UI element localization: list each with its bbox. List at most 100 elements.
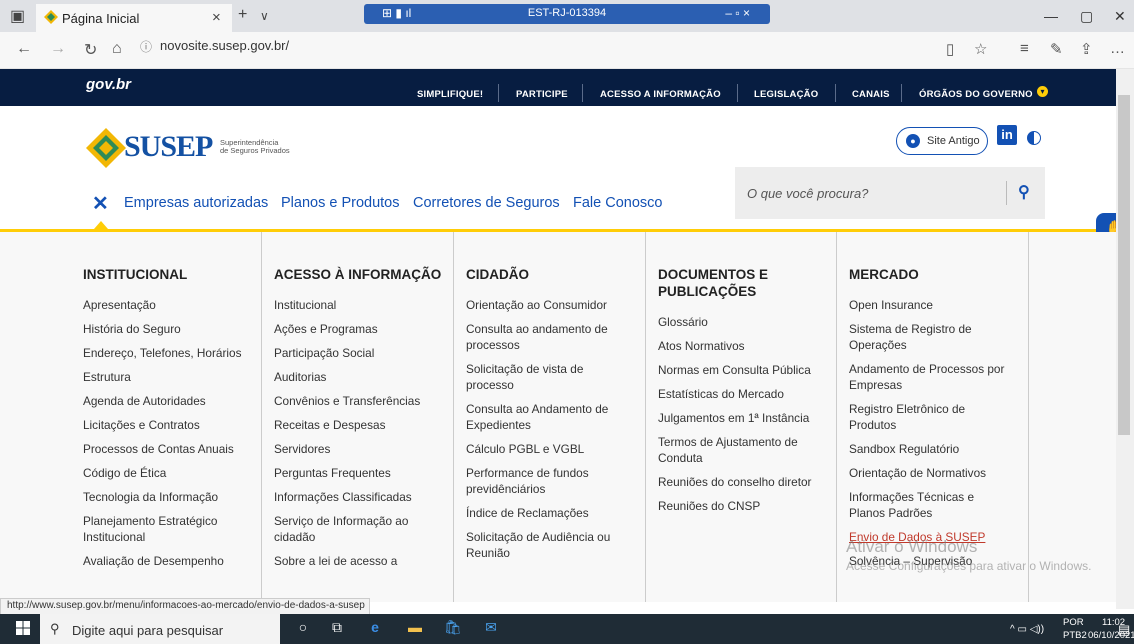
search-icon[interactable]: ⚲	[1018, 182, 1030, 202]
menu-link[interactable]: Índice de Reclamações	[466, 505, 646, 521]
menu-link[interactable]: Cálculo PGBL e VGBL	[466, 441, 646, 457]
minimize-icon[interactable]: —	[1044, 8, 1058, 24]
edge-browser-icon[interactable]: e	[364, 619, 386, 639]
search-box[interactable]: O que você procura? ⚲	[735, 167, 1045, 219]
menu-link[interactable]: Julgamentos em 1ª Instância	[658, 410, 838, 426]
menu-link[interactable]: Performance de fundos previdênciários	[466, 465, 626, 497]
menu-link[interactable]: Sobre a lei de acesso a	[274, 553, 454, 569]
menu-link[interactable]: Andamento de Processos por Empresas	[849, 361, 1021, 393]
gov-link-simplifique[interactable]: SIMPLIFIQUE!	[417, 89, 483, 100]
menu-link[interactable]: Licitações e Contratos	[83, 417, 263, 433]
taskbar-search-box[interactable]: ⚲ Digite aqui para pesquisar	[40, 614, 280, 644]
menu-link[interactable]: Registro Eletrônico de Produtos	[849, 401, 999, 433]
menu-link[interactable]: Estrutura	[83, 369, 263, 385]
close-window-icon[interactable]: ✕	[1114, 8, 1126, 25]
gov-link-participe[interactable]: PARTICIPE	[516, 89, 568, 100]
nav-fale-conosco[interactable]: Fale Conosco	[573, 195, 662, 211]
url-field[interactable]: novosite.susep.gov.br/	[160, 38, 289, 53]
gov-link-canais[interactable]: CANAIS	[852, 89, 890, 100]
forward-icon[interactable]: →	[50, 40, 66, 58]
menu-link[interactable]: Estatísticas do Mercado	[658, 386, 838, 402]
close-tab-icon[interactable]: ×	[212, 9, 221, 26]
menu-link[interactable]: Avaliação de Desempenho	[83, 553, 263, 569]
menu-link[interactable]: Endereço, Telefones, Horários	[83, 345, 263, 361]
tray-icons[interactable]: ^ ▭ ◁))	[1010, 624, 1044, 635]
menu-link[interactable]: Ações e Programas	[274, 321, 454, 337]
menu-link[interactable]: Participação Social	[274, 345, 454, 361]
favorite-star-icon[interactable]: ☆	[974, 40, 987, 58]
tab-actions-icon[interactable]: ▣	[10, 6, 25, 26]
menu-link[interactable]: Processos de Contas Anuais	[83, 441, 263, 457]
gov-link-orgaos-governo[interactable]: ÓRGÃOS DO GOVERNO	[919, 89, 1033, 100]
susep-logo-mark-icon[interactable]	[86, 128, 126, 168]
menu-link[interactable]: Convênios e Transferências	[274, 393, 454, 409]
refresh-icon[interactable]: ↻	[84, 40, 97, 60]
menu-link[interactable]: Código de Ética	[83, 465, 263, 481]
new-tab-icon[interactable]: +	[238, 6, 247, 24]
menu-link[interactable]: Orientação de Normativos	[849, 465, 1029, 481]
contrast-icon[interactable]	[1027, 131, 1041, 145]
linkedin-icon[interactable]: in	[997, 125, 1017, 145]
menu-link[interactable]: Institucional	[274, 297, 454, 313]
cortana-icon[interactable]: ○	[292, 619, 314, 639]
menu-link[interactable]: Consulta ao Andamento de Expedientes	[466, 401, 626, 433]
gov-link-legislacao[interactable]: LEGISLAÇÃO	[754, 89, 818, 100]
menu-link[interactable]: História do Seguro	[83, 321, 263, 337]
scrollbar-thumb[interactable]	[1118, 95, 1130, 435]
remote-window-controls[interactable]: – ▫ ×	[725, 6, 750, 20]
menu-link[interactable]: Sandbox Regulatório	[849, 441, 1029, 457]
nav-corretores-seguros[interactable]: Corretores de Seguros	[413, 195, 560, 211]
menu-link[interactable]: Receitas e Despesas	[274, 417, 454, 433]
menu-link[interactable]: Atos Normativos	[658, 338, 838, 354]
susep-brand-name[interactable]: SUSEP	[124, 130, 213, 164]
restore-icon[interactable]: ▢	[1080, 8, 1093, 25]
notes-pen-icon[interactable]: ✎	[1050, 40, 1063, 58]
windows-start-icon[interactable]	[16, 621, 30, 635]
menu-link[interactable]: Informações Classificadas	[274, 489, 454, 505]
store-icon[interactable]: 🛍	[442, 619, 464, 639]
gov-link-acesso-informacao[interactable]: ACESSO A INFORMAÇÃO	[600, 89, 721, 100]
close-menu-icon[interactable]: ✕	[92, 191, 109, 216]
menu-link[interactable]: Glossário	[658, 314, 838, 330]
menu-link[interactable]: Solicitação de vista de processo	[466, 361, 626, 393]
menu-link[interactable]: Normas em Consulta Pública	[658, 362, 838, 378]
menu-link[interactable]: Perguntas Frequentes	[274, 465, 454, 481]
menu-link[interactable]: Planejamento Estratégico Institucional	[83, 513, 233, 545]
menu-link[interactable]: Consulta ao andamento de processos	[466, 321, 626, 353]
keyboard-layout[interactable]: PTB2	[1063, 630, 1087, 641]
menu-link[interactable]: Servidores	[274, 441, 454, 457]
more-options-icon[interactable]: …	[1110, 40, 1125, 57]
notifications-icon[interactable]: ▤	[1118, 622, 1130, 638]
menu-link[interactable]: Serviço de Informação ao cidadão	[274, 513, 434, 545]
nav-empresas-autorizadas[interactable]: Empresas autorizadas	[124, 195, 268, 211]
menu-link[interactable]: Reuniões do CNSP	[658, 498, 838, 514]
home-icon[interactable]: ⌂	[112, 40, 122, 58]
menu-link[interactable]: Sistema de Registro de Operações	[849, 321, 999, 353]
menu-link[interactable]: Apresentação	[83, 297, 263, 313]
menu-link[interactable]: Open Insurance	[849, 297, 1029, 313]
site-antigo-button[interactable]: ● Site Antigo	[896, 127, 988, 155]
menu-link[interactable]: Tecnologia da Informação	[83, 489, 263, 505]
share-icon[interactable]: ⇪	[1080, 40, 1093, 58]
task-view-icon[interactable]: ⧉	[326, 619, 348, 639]
menu-link[interactable]: Auditorias	[274, 369, 454, 385]
back-icon[interactable]: ←	[16, 40, 32, 58]
file-explorer-icon[interactable]: ▬	[404, 619, 426, 639]
menu-link[interactable]: Reuniões do conselho diretor	[658, 474, 838, 490]
language-indicator[interactable]: POR	[1063, 617, 1084, 628]
site-info-icon[interactable]: ⓘ	[140, 38, 152, 55]
browser-tab[interactable]: Página Inicial ×	[36, 4, 232, 32]
menu-link[interactable]: Termos de Ajustamento de Conduta	[658, 434, 823, 466]
menu-link[interactable]: Solicitação de Audiência ou Reunião	[466, 529, 636, 561]
mail-icon[interactable]: ✉	[480, 619, 502, 639]
chevron-down-icon[interactable]: ▾	[1037, 86, 1048, 97]
govbr-logo[interactable]: gov.br	[86, 76, 131, 93]
reading-view-icon[interactable]: ▯	[946, 40, 954, 58]
menu-link[interactable]: Informações Técnicas e Planos Padrões	[849, 489, 999, 521]
search-placeholder[interactable]: O que você procura?	[747, 186, 868, 201]
chevron-down-icon[interactable]: ∨	[260, 9, 269, 23]
favorites-hub-icon[interactable]: ≡	[1020, 40, 1029, 57]
menu-link[interactable]: Orientação ao Consumidor	[466, 297, 646, 313]
menu-link[interactable]: Agenda de Autoridades	[83, 393, 263, 409]
nav-planos-produtos[interactable]: Planos e Produtos	[281, 195, 400, 211]
